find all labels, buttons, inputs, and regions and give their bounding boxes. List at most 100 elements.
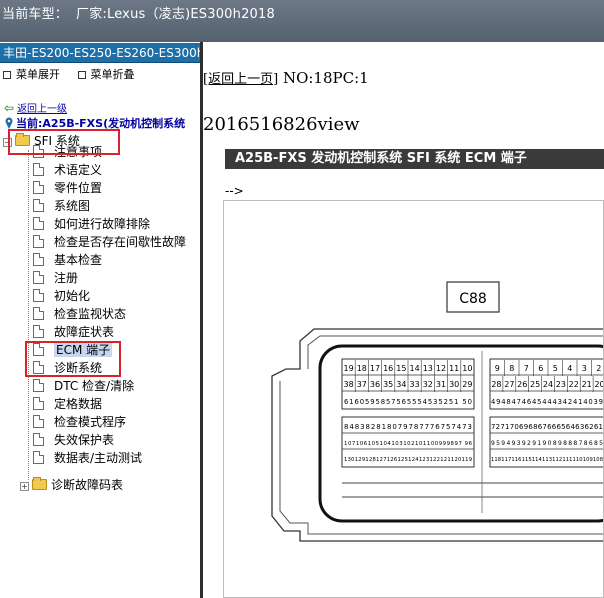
pin-number: 17 — [370, 364, 380, 373]
document-icon — [33, 415, 44, 428]
document-icon — [33, 325, 44, 338]
back-arrow-icon: ⇦ — [4, 101, 15, 115]
tree-item-label: 如何进行故障排除 — [54, 217, 151, 231]
pin-number: 21 — [582, 380, 592, 389]
pin-number: 38 — [344, 380, 354, 389]
pin-number: 12 — [436, 364, 446, 373]
tree-item[interactable]: 检查是否存在间歇性故障 — [33, 233, 186, 251]
previous-page-link[interactable]: [返回上一页] — [203, 72, 278, 87]
pin-number: 18 — [357, 364, 367, 373]
tree-item[interactable]: DTC 检查/清除 — [33, 377, 134, 395]
tree-item-label: 术语定义 — [54, 163, 103, 177]
tree-item-label: DTC 检查/清除 — [54, 379, 135, 393]
pin-number: 13 — [423, 364, 433, 373]
pin-number: 16 — [383, 364, 393, 373]
tree-item[interactable]: 术语定义 — [33, 161, 102, 179]
tree-item[interactable]: 初始化 — [33, 287, 90, 305]
pin-number: 7 — [524, 364, 529, 373]
menu-controls: 菜单展开 菜单折叠 — [3, 66, 149, 82]
location-pin-icon — [5, 117, 13, 129]
connector-label: C88 — [459, 291, 487, 307]
document-icon — [33, 307, 44, 320]
pin-number: 14 — [410, 364, 420, 373]
tree-item[interactable]: 零件位置 — [33, 179, 102, 197]
vehicle-title: 当前车型： 厂家:Lexus（凌志)ES300h2018 — [2, 3, 275, 22]
ecm-connector-figure: C88 19 18 17 16 15 14 13 12 11 10 38 37 36 35 34 33 32 3… — [223, 200, 604, 598]
right-pin-row-6: 118117116115114113112111110109108 — [491, 457, 603, 463]
back-to-parent-link[interactable]: ⇦ 返回上一级 — [4, 100, 67, 115]
pin-number: 31 — [436, 380, 446, 389]
section-banner: A25B-FXS 发动机控制系统 SFI 系统 ECM 端子 — [225, 149, 604, 169]
pin-number: 25 — [530, 380, 540, 389]
tree-item-label: 系统图 — [54, 199, 91, 213]
tree-item-label: 注册 — [54, 271, 79, 285]
tree-item[interactable]: 如何进行故障排除 — [33, 215, 150, 233]
tree-item-label: 失效保护表 — [54, 433, 115, 447]
collapse-icon — [77, 71, 86, 79]
document-icon — [33, 181, 44, 194]
tree-item[interactable]: 检查监视状态 — [33, 305, 126, 323]
tree-item[interactable]: 故障症状表 — [33, 323, 114, 341]
pin-number: 8 — [509, 364, 514, 373]
expand-node-icon[interactable]: + — [20, 482, 29, 491]
tree-node-dtc-table[interactable]: + 诊断故障码表 — [20, 476, 123, 493]
pin-number: 29 — [462, 380, 472, 389]
navigation-pane: 丰田-ES200-ES250-ES260-ES300h 菜单展开 菜单折叠 ⇦ 返… — [0, 42, 200, 598]
document-icon — [33, 253, 44, 266]
connector-diagram: C88 19 18 17 16 15 14 13 12 11 10 38 37 36 35 34 33 32 3… — [271, 281, 604, 542]
pin-number: 11 — [449, 364, 459, 373]
collapse-menu-button[interactable]: 菜单折叠 — [77, 68, 135, 81]
tree-item[interactable]: 系统图 — [33, 197, 90, 215]
document-icon — [33, 397, 44, 410]
tree-item[interactable]: 定格数据 — [33, 395, 102, 413]
pin-number: 6 — [538, 364, 543, 373]
document-icon — [33, 199, 44, 212]
pin-number: 33 — [410, 380, 420, 389]
tree-item-label: 初始化 — [54, 289, 91, 303]
pin-number: 35 — [383, 380, 393, 389]
title-bar: 当前车型： 厂家:Lexus（凌志)ES300h2018 — [0, 0, 604, 42]
tree-item[interactable]: 基本检查 — [33, 251, 102, 269]
tree-item-label: 定格数据 — [54, 397, 103, 411]
pin-number: 37 — [357, 380, 367, 389]
document-icon — [33, 433, 44, 446]
tree-node-dtc-label: 诊断故障码表 — [51, 478, 124, 492]
document-icon — [33, 235, 44, 248]
pin-number: 3 — [582, 364, 587, 373]
back-link-label: 返回上一级 — [17, 104, 68, 115]
pin-number: 15 — [396, 364, 406, 373]
collapse-menu-label: 菜单折叠 — [90, 68, 135, 81]
highlight-ecm-terminal — [25, 341, 121, 377]
tree-item-label: 基本检查 — [54, 253, 103, 267]
tree-item[interactable]: 检查模式程序 — [33, 413, 126, 431]
left-pin-row-6: 130129128127126125124123122121120119 — [344, 457, 472, 463]
left-pin-row-4: 848382818079787776757473 — [344, 423, 472, 431]
pin-number: 20 — [594, 380, 603, 389]
highlight-sfi — [8, 129, 120, 155]
pin-number: 27 — [504, 380, 514, 389]
tree-item-label: 零件位置 — [54, 181, 103, 195]
pin-number: 19 — [344, 364, 354, 373]
folder-icon — [32, 477, 47, 490]
expand-menu-button[interactable]: 菜单展开 — [3, 68, 60, 81]
pin-number: 2 — [596, 364, 601, 373]
tree-item[interactable]: 失效保护表 — [33, 431, 114, 449]
right-pin-row-5: 9594939291908988878685 — [491, 440, 603, 447]
tree-item[interactable]: 注册 — [33, 269, 78, 287]
tree-item[interactable]: 数据表/主动测试 — [33, 449, 142, 467]
content-pane: [返回上一页] NO:18PC:1 2016516826view A25B-FX… — [203, 42, 604, 598]
pin-number: 28 — [491, 380, 501, 389]
tree-item-label: 检查是否存在间歇性故障 — [54, 235, 187, 249]
html-comment-fragment: --> — [225, 184, 244, 198]
right-pin-row-4: 727170696867666564636261 — [491, 423, 603, 431]
pin-number: 36 — [370, 380, 380, 389]
expand-menu-label: 菜单展开 — [16, 68, 60, 81]
document-icon — [33, 163, 44, 176]
pin-number: 26 — [517, 380, 527, 389]
pin-number: 22 — [569, 380, 579, 389]
pin-number: 4 — [567, 364, 572, 373]
pin-number: 9 — [495, 364, 500, 373]
pin-number: 5 — [553, 364, 558, 373]
tree-guide-line — [28, 150, 29, 480]
document-icon — [33, 271, 44, 284]
